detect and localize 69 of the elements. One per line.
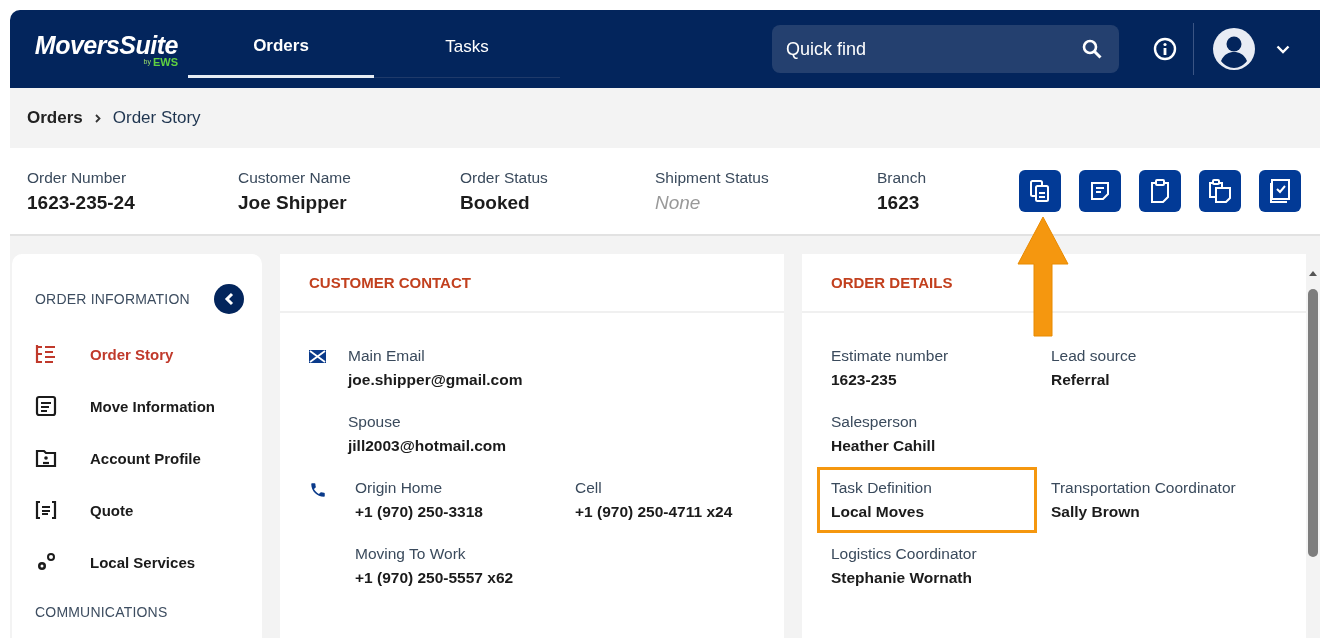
summary-value: None — [655, 191, 702, 214]
search-icon[interactable] — [1081, 38, 1103, 60]
field-label: Origin Home — [355, 479, 443, 497]
form-icon — [35, 395, 57, 417]
summary-label: Branch — [877, 168, 928, 187]
phone-icon — [309, 481, 327, 499]
collapse-button[interactable] — [214, 284, 244, 314]
field-value: jill2003@hotmail.com — [348, 437, 508, 455]
field-label: Lead source — [1051, 347, 1138, 365]
field-label: Transportation Coordinator — [1051, 479, 1237, 497]
sidebar-item[interactable]: Local Services — [35, 536, 262, 588]
sidebar-heading: COMMUNICATIONS — [35, 604, 169, 620]
note-icon — [1089, 180, 1111, 202]
chevron-right-icon — [94, 113, 101, 123]
breadcrumb-link[interactable]: Orders — [27, 108, 83, 128]
quote-icon — [35, 500, 57, 520]
summary-label: Customer Name — [238, 168, 352, 187]
sidebar-item[interactable]: Order Story — [35, 328, 262, 380]
summary-label: Shipment Status — [655, 168, 770, 187]
field-label: Spouse — [348, 413, 402, 431]
clipboards-icon — [1208, 178, 1232, 204]
envelope-icon — [309, 350, 326, 363]
chevron-left-icon — [224, 292, 234, 306]
field-value: +1 (970) 250-3318 — [355, 503, 484, 521]
summary-label: Order Number — [27, 168, 128, 187]
field-value: Sally Brown — [1051, 503, 1141, 521]
field-value: joe.shipper@gmail.com — [348, 371, 524, 389]
field-value: Referral — [1051, 371, 1111, 389]
sidebar-item[interactable]: Account Profile — [35, 432, 262, 484]
summary-value: Joe Shipper — [238, 191, 348, 214]
avatar-icon[interactable] — [1212, 27, 1256, 71]
timeline-icon — [35, 343, 57, 365]
field-value: Stephanie Wornath — [831, 569, 973, 587]
sidebar-heading: ORDER INFORMATION — [35, 291, 190, 307]
toolbar-button[interactable] — [1259, 170, 1301, 212]
nav-tab[interactable]: Tasks — [374, 10, 560, 78]
summary-value: Booked — [460, 191, 531, 214]
field-label: Logistics Coordinator — [831, 545, 978, 563]
toolbar-button[interactable] — [1199, 170, 1241, 212]
field-value: Local Moves — [831, 503, 926, 521]
card-title: CUSTOMER CONTACT — [309, 274, 471, 291]
toolbar-button[interactable] — [1079, 170, 1121, 212]
chevron-down-icon[interactable] — [1276, 44, 1290, 54]
summary-label: Order Status — [460, 168, 549, 187]
field-label: Main Email — [348, 347, 426, 365]
toolbar-button[interactable] — [1139, 170, 1181, 212]
toolbar-button[interactable] — [1019, 170, 1061, 212]
summary-value: 1623-235-24 — [27, 191, 136, 214]
field-value: +1 (970) 250-4711 x24 — [575, 503, 734, 521]
nav-tab[interactable]: Orders — [188, 10, 374, 78]
field-label: Cell — [575, 479, 603, 497]
field-value: 1623-235 — [831, 371, 898, 389]
sidebar-item[interactable]: Quote — [35, 484, 262, 536]
quick-find-field[interactable]: Quick find — [772, 25, 1119, 73]
summary-value: 1623 — [877, 191, 921, 214]
clipboard-icon — [1149, 178, 1171, 204]
field-value: +1 (970) 250-5557 x62 — [355, 569, 515, 587]
field-label: Estimate number — [831, 347, 950, 365]
field-label: Salesperson — [831, 413, 919, 431]
field-label: Task Definition — [831, 479, 933, 497]
checklist-book-icon — [1268, 178, 1292, 204]
card-title: ORDER DETAILS — [831, 274, 953, 291]
field-value: Heather Cahill — [831, 437, 937, 455]
profile-card-icon — [35, 448, 57, 468]
field-label: Moving To Work — [355, 545, 467, 563]
breadcrumb-link[interactable]: Order Story — [112, 108, 201, 128]
documents-icon — [1029, 179, 1051, 203]
sidebar-item[interactable]: Move Information — [35, 380, 262, 432]
info-icon[interactable] — [1153, 37, 1177, 61]
